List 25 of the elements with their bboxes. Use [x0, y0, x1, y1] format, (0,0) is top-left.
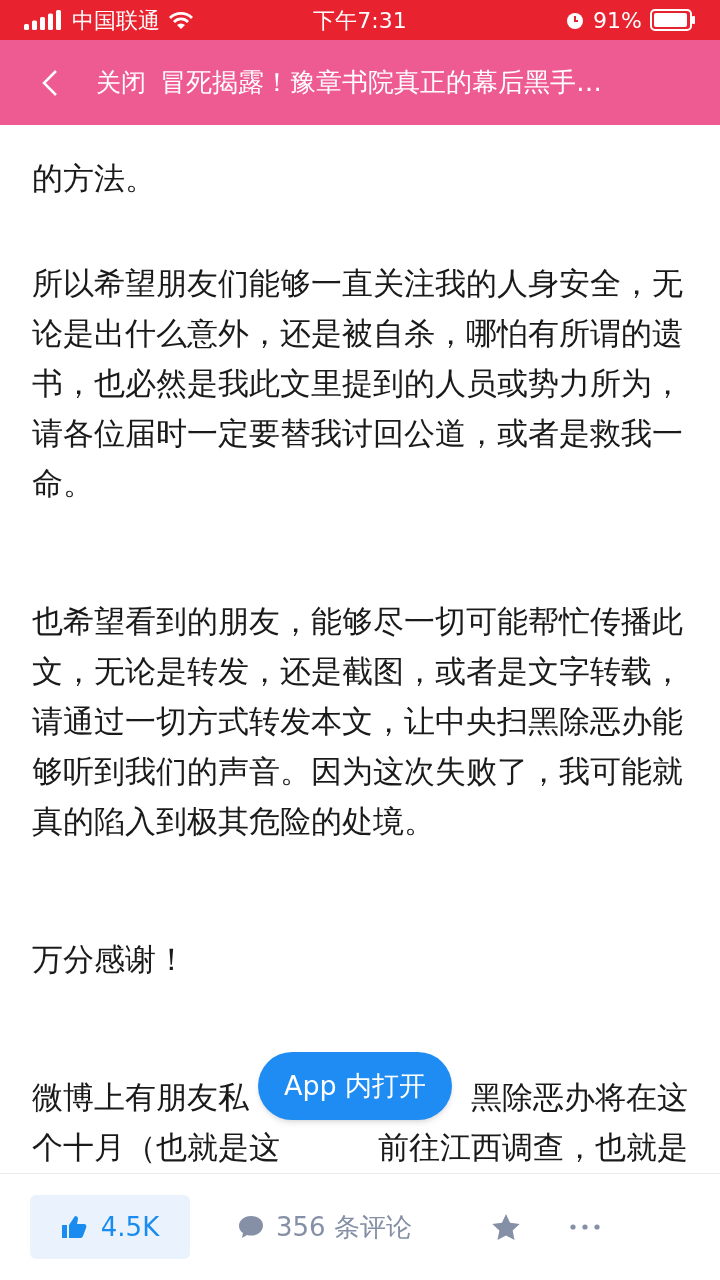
more-icon[interactable] [569, 1224, 600, 1230]
article-text-fragment: 前往江西调查，也就是 [378, 1128, 688, 1167]
article-text-fragment: 微博上有朋友私 [32, 1078, 249, 1117]
alarm-icon [565, 10, 586, 30]
close-link[interactable]: 关闭 [96, 63, 146, 102]
status-time: 下午7:31 [312, 6, 408, 35]
signal-icon [24, 10, 64, 30]
article-text-fragment: 个十月（也就是这 [32, 1128, 280, 1167]
comments-button[interactable]: 356 条评论 [238, 1207, 412, 1247]
thumbs-up-icon [60, 1215, 87, 1239]
article-paragraph: 万分感谢！ [32, 940, 188, 979]
battery-percent: 91% [593, 6, 642, 35]
wifi-icon [168, 10, 194, 30]
battery-icon [650, 9, 696, 31]
article-paragraph: 也希望看到的朋友，能够尽一切可能帮忙传播此文，无论是转发，还是截图，或者是文字转载，请通过一切方式转发本文，让中央扫黑除恶办能够听到我们的声音。因为这次失败了，我可能就真的陷入到极其危险的处境。 [32, 602, 684, 841]
article-paragraph: 的方法。 [32, 159, 157, 198]
star-icon[interactable] [491, 1213, 520, 1241]
comment-bubble-icon [238, 1215, 264, 1239]
like-button[interactable]: 4.5K [30, 1195, 190, 1259]
article-text-fragment: 黑除恶办将在这 [471, 1078, 688, 1117]
page-title: 冒死揭露！豫章书院真正的幕后黑手… [160, 66, 602, 99]
article-paragraph: 所以希望朋友们能够一直关注我的人身安全，无论是出什么意外，还是被自杀，哪怕有所谓的遗书，也必然是我此文里提到的人员或势力所为，请各位届时一定要替我讨回公道，或者是救我一命。 [32, 264, 684, 503]
back-icon[interactable] [40, 67, 60, 98]
open-in-app-button[interactable]: App 内打开 [258, 1052, 453, 1120]
carrier-name: 中国联通 [72, 6, 160, 35]
